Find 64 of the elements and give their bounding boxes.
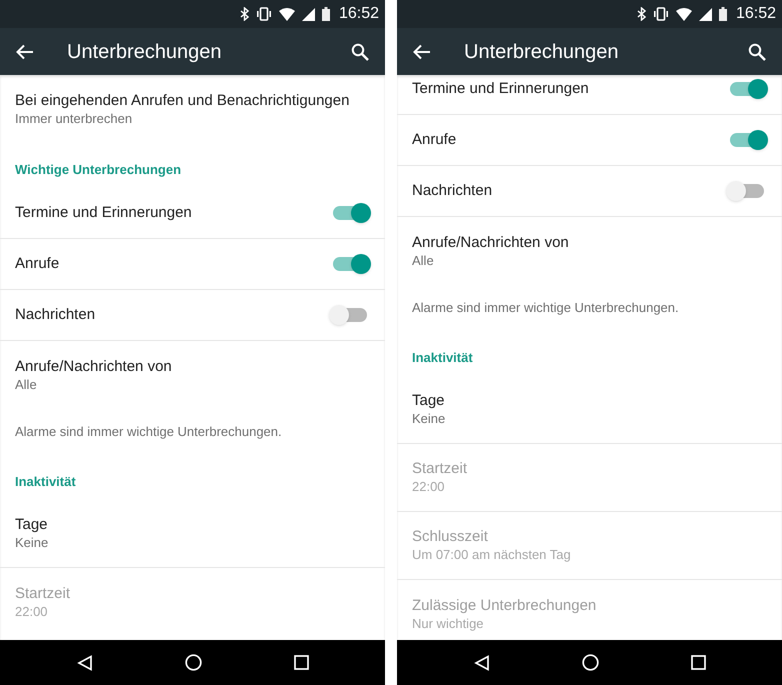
wifi-icon [278,8,295,20]
toggle-label: Termine und Erinnerungen [15,202,192,223]
bluetooth-icon [240,7,249,21]
home-icon[interactable] [184,654,202,671]
status-time: 16:52 [338,4,379,24]
setting-title: Startzeit [412,459,468,478]
setting-title: Tage [15,515,49,534]
info-note: Alarme sind immer wichtige Unterbrechungen. [15,423,282,442]
toggle-label: Anrufe [15,254,60,274]
info-note: Alarme sind immer wichtige Unterbrechungen. [412,299,679,318]
setting-title: Tage [412,391,446,410]
vibrate-icon [652,7,669,21]
setting-summary: Keine [412,410,446,428]
toggle-row[interactable]: Termine und Erinnerungen [0,188,385,239]
toggle-label: Nachrichten [15,304,96,325]
search-icon[interactable] [351,42,369,60]
signal-icon [302,8,315,20]
setting-title: Zulässige Unterbrechungen [412,596,598,614]
setting-summary: Immer unterbrechen [15,110,134,128]
battery-icon [718,7,727,21]
bluetooth-icon [636,7,646,21]
setting-summary: Keine [15,534,50,552]
setting-title: Bei eingehenden Anrufen und Benachrichtigungen [15,90,350,110]
toolbar-title: Unterbrechungen [67,40,223,64]
setting-summary: Alle [15,376,38,394]
setting-summary: Um 07:00 am nächsten Tag [412,546,572,564]
setting-title: Startzeit [15,584,72,602]
wifi-icon [676,8,692,20]
battery-icon [322,7,330,21]
toggle-row[interactable]: Nachrichten [397,166,782,217]
home-icon[interactable] [582,654,598,671]
back-arrow-icon[interactable] [16,44,34,60]
setting-summary: Nur wichtige [412,614,485,632]
setting-title: Anrufe/Nachrichten von [15,356,173,376]
toggle-label: Anrufe [412,130,456,150]
setting-row[interactable]: Anrufe/Nachrichten von Alle [397,217,782,285]
toggle-label: Nachrichten [412,180,492,201]
setting-row[interactable]: Anrufe/Nachrichten von Alle [0,341,385,409]
section-header: Inaktivität [412,348,473,366]
status-time: 16:52 [736,4,776,24]
toggle-row[interactable]: Termine und Erinnerungen [397,75,782,115]
setting-row[interactable]: Tage Keine [0,500,385,568]
toggle-label: Termine und Erinnerungen [412,78,589,99]
toggle-row[interactable]: Anrufe [397,115,782,166]
recents-icon[interactable] [294,655,308,670]
toggle-row[interactable]: Anrufe [0,239,385,290]
vibrate-icon [256,7,272,21]
section-header: Inaktivität [15,472,76,490]
setting-summary: 22:00 [15,602,49,620]
recents-icon[interactable] [690,655,706,670]
setting-row[interactable]: Bei eingehenden Anrufen und Benachrichtigungen Immer unterbrechen [0,75,385,143]
section-header: Wichtige Unterbrechungen [15,160,182,179]
setting-title: Schlusszeit [412,527,489,546]
back-icon[interactable] [76,654,92,670]
setting-summary: 22:00 [412,478,446,496]
toolbar-title: Unterbrechungen [464,40,620,64]
setting-summary: Alle [412,252,435,270]
back-icon[interactable] [474,654,490,670]
back-arrow-icon[interactable] [413,44,431,60]
setting-row[interactable]: Tage Keine [397,376,782,444]
signal-icon [698,8,712,20]
search-icon[interactable] [748,42,766,60]
setting-title: Anrufe/Nachrichten von [412,232,570,252]
toggle-row[interactable]: Nachrichten [0,290,385,341]
